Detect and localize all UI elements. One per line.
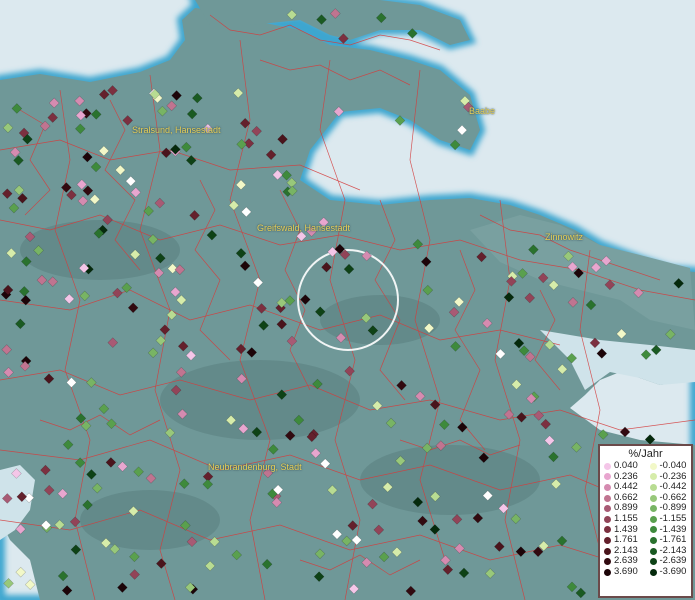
legend-entry-positive: 1.155 (600, 512, 646, 525)
legend-swatch (649, 568, 657, 576)
legend-swatch (604, 505, 611, 513)
legend-entry-positive: 0.040 (600, 460, 646, 472)
city-label-baabe: Baabe (469, 106, 496, 116)
legend-entry-negative: -0.040 (646, 460, 692, 472)
map-base (0, 0, 695, 600)
legend-entry-negative: -1.155 (646, 512, 692, 525)
legend-swatch (604, 473, 611, 481)
city-label-neubrandenburg: Neubrandenburg, Stadt (208, 462, 302, 472)
legend-label: 0.040 (614, 460, 638, 471)
legend: %/Jahr 0.040 -0.040 0.236 -0.236 0.442 -0.442… (598, 444, 693, 598)
legend-swatch (649, 505, 657, 513)
legend-swatch (604, 547, 611, 555)
legend-swatch (649, 547, 657, 555)
legend-swatch (604, 462, 611, 470)
map-view[interactable]: Stralsund, Hansestadt Baabe Greifswald, … (0, 0, 695, 600)
legend-swatch (649, 536, 657, 544)
legend-swatch (604, 536, 611, 544)
legend-swatch (649, 526, 657, 534)
data-point[interactable] (24, 579, 36, 590)
legend-label: -0.040 (659, 460, 687, 471)
legend-swatch (649, 473, 657, 481)
legend-row: 1.155 -1.155 (600, 512, 692, 525)
legend-label: -1.155 (659, 512, 687, 524)
city-label-stralsund: Stralsund, Hansestadt (132, 125, 221, 135)
legend-entry-positive: 3.690 (600, 565, 646, 578)
legend-swatch (649, 462, 657, 470)
legend-label: 3.690 (614, 565, 638, 577)
legend-swatch (649, 515, 657, 523)
legend-swatch (604, 558, 611, 566)
legend-swatch (604, 483, 611, 491)
legend-swatch (604, 515, 611, 523)
data-point[interactable] (3, 578, 14, 589)
legend-row: 3.690 -3.690 (600, 565, 692, 578)
city-label-greifswald: Greifswald, Hansestadt (257, 223, 351, 233)
legend-label: -3.690 (659, 565, 687, 577)
legend-label: 1.155 (614, 512, 638, 524)
legend-swatch (649, 558, 657, 566)
data-point[interactable] (15, 566, 27, 578)
legend-swatch (604, 568, 611, 576)
legend-swatch (649, 483, 657, 491)
legend-swatch (604, 494, 611, 502)
legend-swatch (649, 494, 657, 502)
city-label-zinnowitz: Zinnowitz (545, 232, 584, 242)
legend-entry-negative: -3.690 (646, 565, 692, 578)
legend-swatch (604, 526, 611, 534)
legend-row: 0.040 -0.040 (600, 460, 692, 472)
